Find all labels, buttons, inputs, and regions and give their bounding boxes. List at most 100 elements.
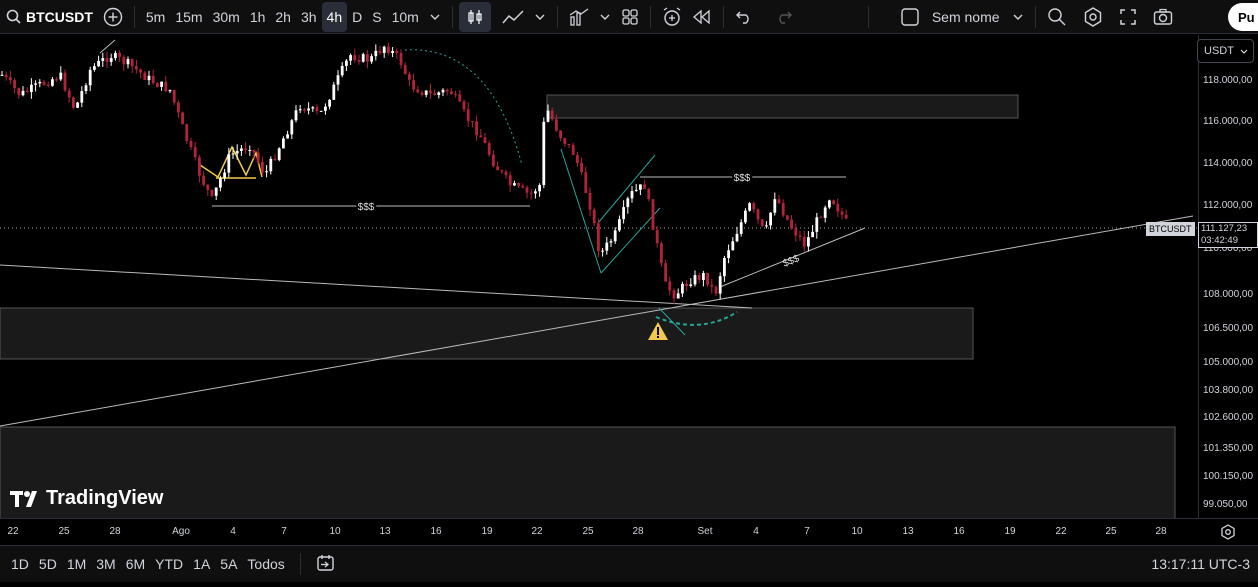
- range-todos[interactable]: Todos: [242, 556, 289, 572]
- quick-search-button[interactable]: [1042, 2, 1072, 32]
- price-tick: 99.050,00: [1203, 499, 1248, 510]
- candle-body: [181, 112, 184, 125]
- time-axis[interactable]: 22 25 28 Ago 4 7 10 13 16 19 22 25 28 Set 4 7 10 13 16 19 22…: [0, 518, 1258, 544]
- undo-button[interactable]: [730, 2, 758, 32]
- interval-3h[interactable]: 3h: [296, 2, 322, 32]
- support-zone[interactable]: [0, 307, 974, 360]
- range-6m[interactable]: 6M: [121, 556, 150, 572]
- price-chart[interactable]: $$$ $$$ $$$: [0, 35, 1198, 518]
- price-axis[interactable]: 118.000,00 116.000,00 114.000,00 112.000,00…: [1198, 35, 1258, 518]
- clock-timezone[interactable]: 13:17:11 UTC-3: [1151, 556, 1250, 572]
- candle-body: [332, 84, 336, 100]
- currency-selector[interactable]: USDT: [1197, 39, 1254, 63]
- current-price-value: 111.127,23: [1201, 223, 1248, 234]
- chart-pane[interactable]: $$$ $$$ $$$: [0, 35, 1198, 518]
- candle-body: [46, 84, 50, 86]
- interval-15m[interactable]: 15m: [170, 2, 207, 32]
- candle-body: [349, 55, 352, 61]
- small-drawing[interactable]: [99, 39, 116, 54]
- layout-name-button[interactable]: Sem nome: [895, 2, 1029, 32]
- resistance-zone[interactable]: [546, 94, 1019, 119]
- candle-body: [466, 109, 470, 121]
- channel-line-2[interactable]: [600, 207, 661, 274]
- templates-button[interactable]: [616, 2, 644, 32]
- candle-body: [168, 89, 172, 92]
- interval-dropdown[interactable]: [424, 2, 446, 32]
- lower-support-zone[interactable]: [0, 426, 1176, 518]
- candle-body: [185, 124, 189, 142]
- separator: [722, 5, 724, 28]
- candle-body: [84, 85, 88, 91]
- alert-button[interactable]: [657, 2, 687, 32]
- long-trendline-down[interactable]: [0, 264, 753, 309]
- redo-button[interactable]: [770, 2, 798, 32]
- candle-body: [416, 89, 420, 93]
- candle-body: [773, 199, 777, 213]
- interval-5m[interactable]: 5m: [141, 2, 170, 32]
- indicators-button[interactable]: [564, 2, 594, 32]
- symbol-search[interactable]: BTCUSDT: [0, 2, 98, 32]
- candle-body: [294, 110, 298, 121]
- interval-d[interactable]: D: [347, 2, 367, 32]
- range-1m[interactable]: 1M: [62, 556, 91, 572]
- interval-30m[interactable]: 30m: [208, 2, 245, 32]
- candle-body: [597, 223, 600, 252]
- gear-icon[interactable]: [1220, 524, 1236, 540]
- candle-body: [391, 50, 394, 54]
- candle-body: [193, 147, 197, 158]
- candle-body: [248, 149, 252, 151]
- interval-2h[interactable]: 2h: [270, 2, 296, 32]
- compare-symbol-button[interactable]: [98, 2, 128, 32]
- candle-body: [214, 187, 218, 196]
- candle-body: [576, 154, 579, 163]
- candle-body: [340, 65, 344, 76]
- interval-10m[interactable]: 10m: [387, 2, 424, 32]
- candle-body: [592, 209, 596, 224]
- range-ytd[interactable]: YTD: [150, 556, 188, 572]
- candle-body: [550, 110, 554, 120]
- fullscreen-button[interactable]: [1114, 2, 1142, 32]
- candle-body: [139, 69, 142, 73]
- interval-s[interactable]: S: [367, 2, 386, 32]
- separator: [133, 5, 135, 28]
- candle-body: [328, 99, 331, 107]
- liquidity-label-left: $$$: [358, 202, 375, 213]
- indicators-dropdown[interactable]: [594, 2, 616, 32]
- interval-1h[interactable]: 1h: [245, 2, 271, 32]
- range-3m[interactable]: 3M: [91, 556, 120, 572]
- screenshot-button[interactable]: [1148, 2, 1178, 32]
- candle-body: [126, 59, 130, 65]
- candle-body: [101, 58, 105, 61]
- candle-body: [672, 290, 676, 299]
- time-tick: 28: [109, 526, 121, 537]
- candle-body: [655, 229, 659, 244]
- candle-body: [63, 72, 67, 91]
- publish-button[interactable]: Pu: [1228, 3, 1258, 31]
- candle-body: [156, 83, 159, 88]
- settings-button[interactable]: [1078, 2, 1108, 32]
- time-tick: 7: [281, 526, 287, 537]
- candle-body: [538, 185, 541, 192]
- time-tick: 10: [329, 526, 341, 537]
- range-5d[interactable]: 5D: [34, 556, 62, 572]
- candle-body: [735, 233, 739, 242]
- search-icon: [6, 9, 21, 24]
- range-5a[interactable]: 5A: [215, 556, 242, 572]
- price-tick: 112.000,00: [1203, 200, 1253, 211]
- candle-body: [286, 134, 289, 139]
- range-1a[interactable]: 1A: [188, 556, 215, 572]
- chart-type-dropdown[interactable]: [529, 2, 551, 32]
- plus-circle-icon: [103, 7, 123, 26]
- line-chart-type-button[interactable]: [497, 2, 529, 32]
- candle-body: [681, 283, 684, 294]
- channel-line-3[interactable]: [597, 154, 656, 224]
- candle-body: [17, 88, 21, 96]
- range-1d[interactable]: 1D: [6, 556, 34, 572]
- candle-body: [479, 135, 483, 138]
- replay-button[interactable]: [687, 2, 717, 32]
- candles-chart-type-button[interactable]: [458, 1, 491, 32]
- go-to-date-button[interactable]: [311, 554, 341, 575]
- interval-4h[interactable]: 4h: [321, 1, 348, 32]
- tradingview-logo[interactable]: TradingView: [10, 487, 163, 510]
- candle-body: [97, 60, 100, 67]
